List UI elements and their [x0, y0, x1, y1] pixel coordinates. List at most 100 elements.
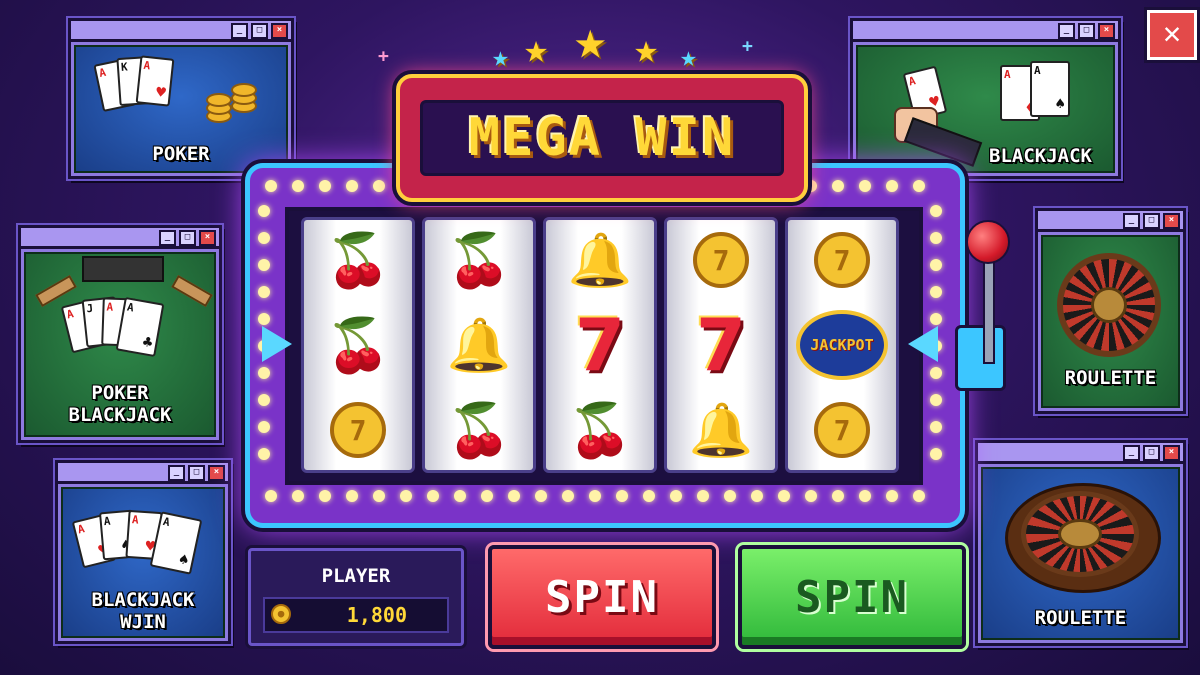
minimize-icon[interactable]: _ [1058, 23, 1075, 39]
light-bulb [265, 180, 277, 192]
close-icon[interactable]: × [199, 230, 216, 246]
sparkle-icon: + [378, 46, 389, 67]
lever-base [955, 325, 1006, 391]
spin-button-green[interactable]: SPIN [738, 545, 966, 649]
jackpot-icon: JACKPOT [788, 305, 896, 385]
light-bulb [373, 490, 385, 502]
mega-win-marquee: MEGA WIN [396, 74, 808, 202]
card-icon: A♠ [1030, 61, 1070, 117]
minimize-icon[interactable]: _ [231, 23, 248, 39]
light-bulb [832, 180, 844, 192]
payline-left-arrow-icon [262, 326, 292, 362]
close-icon[interactable]: × [1163, 445, 1180, 461]
coin-icon: ● [271, 604, 291, 624]
spin-button-red[interactable]: SPIN [488, 545, 716, 649]
window-body: ROULETTE [981, 467, 1180, 640]
chip-rack-icon [35, 274, 77, 308]
seven-label: 7 [695, 303, 747, 387]
coin-seven-icon: 7 [788, 220, 896, 300]
light-bulb [258, 448, 270, 460]
sparkle-icon: + [742, 36, 753, 57]
seven-icon: 7 [667, 303, 775, 387]
close-icon[interactable]: × [208, 465, 225, 481]
light-bulb [913, 490, 925, 502]
bell-icon: 🔔 [446, 315, 512, 376]
poker-blackjack-window[interactable]: _□× A♥ J♠ A♥ A♣ POKER BLACKJACK [18, 225, 222, 443]
star-icon: ★ [634, 26, 659, 72]
window-label-line1: BLACKJACK [91, 589, 195, 611]
window-label-line2: WJIN [120, 611, 166, 633]
light-bulb [427, 490, 439, 502]
light-bulb [292, 180, 304, 192]
minimize-icon[interactable]: _ [159, 230, 176, 246]
minimize-icon[interactable]: _ [1123, 445, 1140, 461]
window-titlebar: _ □ × [58, 463, 228, 484]
maximize-icon[interactable]: □ [1143, 213, 1160, 229]
light-bulb [930, 421, 942, 433]
light-bulb [697, 490, 709, 502]
light-bulb [930, 448, 942, 460]
payline-right-arrow-icon [908, 326, 938, 362]
coin-seven-label: 7 [814, 232, 870, 288]
window-titlebar: _ □ × [853, 21, 1118, 42]
cherry-icon: 🍒 [325, 230, 391, 291]
maximize-icon[interactable]: □ [1143, 445, 1160, 461]
light-bulb [805, 490, 817, 502]
light-bulb [930, 286, 942, 298]
window-titlebar: _ □ × [71, 21, 291, 42]
coin-seven-label: 7 [330, 402, 386, 458]
light-bulb [258, 421, 270, 433]
window-label-line1: POKER [91, 382, 149, 404]
reel-2: 🍒 🔔 🍒 [422, 217, 536, 473]
poker-window[interactable]: _□× A♥ K♠ A♥ POKER [68, 18, 294, 179]
blackjack-window[interactable]: _□× A♥ A♦ A♠ BLACKJACK [850, 18, 1121, 179]
roulette-window[interactable]: _ □ × ROULETTE [1035, 208, 1186, 414]
star-icon: ★ [680, 40, 697, 73]
cherry-icon: 🍒 [325, 315, 391, 376]
window-label: BLACKJACK [989, 145, 1092, 167]
light-bulb [535, 490, 547, 502]
maximize-icon[interactable]: □ [179, 230, 196, 246]
light-bulb [930, 313, 942, 325]
light-bulb [751, 490, 763, 502]
light-bulb [930, 394, 942, 406]
jackpot-label: JACKPOT [796, 310, 888, 380]
window-body: ROULETTE [1041, 235, 1180, 408]
lever-handle[interactable] [966, 220, 1010, 264]
light-bulb [886, 180, 898, 192]
light-bulb [508, 490, 520, 502]
maximize-icon[interactable]: □ [188, 465, 205, 481]
star-icon: ★ [492, 40, 509, 73]
card-icon: A ♣ [115, 296, 165, 358]
roulette-wheel-icon [1021, 491, 1139, 577]
window-body: A♥ A♠ A♥ A♠ BLACKJACK WJIN [61, 487, 225, 638]
window-body: A♥ K♠ A♥ POKER [74, 45, 288, 173]
window-body: A♥ A♦ A♠ BLACKJACK [856, 45, 1115, 173]
light-bulb [258, 394, 270, 406]
close-icon[interactable]: × [1098, 23, 1115, 39]
maximize-icon[interactable]: □ [1078, 23, 1095, 39]
roulette-window-large[interactable]: _ □ × ROULETTE [975, 440, 1186, 646]
close-button[interactable]: ✕ [1147, 10, 1197, 60]
card-icon: A♥ [135, 55, 175, 107]
close-icon[interactable]: × [1163, 213, 1180, 229]
minimize-icon[interactable]: _ [168, 465, 185, 481]
light-bulb [930, 205, 942, 217]
light-bulb [319, 490, 331, 502]
light-bulb [913, 180, 925, 192]
reel-1: 🍒 🍒 7 [301, 217, 415, 473]
blackjack-win-window[interactable]: _□× A♥ A♠ A♥ A♠ BLACKJACK WJIN [55, 460, 231, 644]
light-bulb [258, 259, 270, 271]
window-label: ROULETTE [1034, 607, 1127, 629]
close-icon[interactable]: × [271, 23, 288, 39]
reel-5: 7 JACKPOT 7 [785, 217, 899, 473]
light-bulb [400, 490, 412, 502]
light-bulb [724, 490, 736, 502]
coin-seven-label: 7 [693, 232, 749, 288]
light-bulb [258, 367, 270, 379]
light-bulb [832, 490, 844, 502]
maximize-icon[interactable]: □ [251, 23, 268, 39]
minimize-icon[interactable]: _ [1123, 213, 1140, 229]
lever-rod[interactable] [983, 250, 995, 364]
light-bulb [930, 367, 942, 379]
